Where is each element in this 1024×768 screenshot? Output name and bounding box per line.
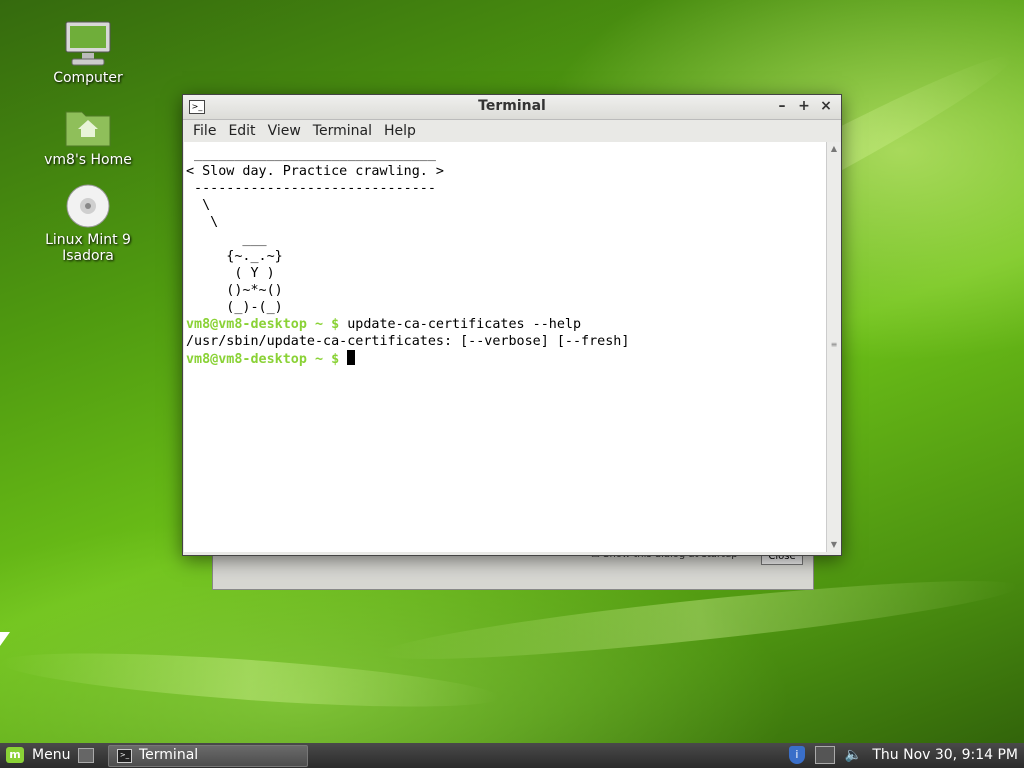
- text-cursor: [347, 350, 356, 365]
- update-shield-icon[interactable]: i: [788, 746, 805, 764]
- command-text: update-ca-certificates --help: [347, 317, 582, 332]
- terminal-window[interactable]: >_ Terminal – + × File Edit View Termina…: [182, 94, 842, 556]
- terminal-icon: >_: [117, 749, 132, 763]
- cowsay-line: {~._.~}: [186, 249, 283, 264]
- desktop-icon-disc[interactable]: Linux Mint 9 Isadora: [18, 182, 158, 264]
- terminal-content[interactable]: ______________________________ < Slow da…: [184, 142, 826, 552]
- scroll-up-arrow-icon[interactable]: ▲: [827, 142, 841, 156]
- shell-prompt: vm8@vm8-desktop ~ $: [186, 352, 340, 367]
- desktop-icon-label: Linux Mint 9 Isadora: [45, 232, 131, 264]
- command-output: /usr/sbin/update-ca-certificates: [--ver…: [186, 334, 630, 349]
- bottom-panel: m Menu >_ Terminal i 🔈 Thu Nov 30, 9:14 …: [0, 743, 1024, 768]
- menu-view[interactable]: View: [262, 123, 307, 139]
- cowsay-line: ------------------------------: [186, 181, 436, 196]
- taskbar-label: Terminal: [139, 747, 199, 763]
- window-title: Terminal: [478, 98, 546, 114]
- cowsay-line: \: [186, 215, 219, 230]
- cowsay-line: ______________________________: [186, 147, 436, 162]
- home-folder-icon: [64, 102, 112, 150]
- minimize-button[interactable]: –: [773, 97, 791, 115]
- menu-edit[interactable]: Edit: [222, 123, 261, 139]
- menu-help[interactable]: Help: [378, 123, 422, 139]
- menu-terminal[interactable]: Terminal: [307, 123, 378, 139]
- cowsay-line: ( Y ): [186, 266, 275, 281]
- vertical-scrollbar[interactable]: ▲ ≡ ▼: [826, 142, 841, 552]
- show-desktop-icon[interactable]: [78, 748, 94, 763]
- cowsay-line: (_)-(_): [186, 300, 283, 315]
- cowsay-line: ___: [186, 232, 267, 247]
- menu-bar: File Edit View Terminal Help: [183, 120, 841, 142]
- volume-icon[interactable]: 🔈: [845, 747, 862, 763]
- system-tray: i 🔈 Thu Nov 30, 9:14 PM: [788, 746, 1018, 764]
- close-button[interactable]: ×: [817, 97, 835, 115]
- mouse-pointer-icon: [0, 632, 10, 646]
- disc-icon: [64, 182, 112, 230]
- network-icon[interactable]: [814, 746, 835, 764]
- cowsay-line: \: [186, 198, 211, 213]
- maximize-button[interactable]: +: [795, 97, 813, 115]
- scroll-grip-icon[interactable]: ≡: [830, 340, 838, 349]
- cowsay-line: ()~*~(): [186, 283, 283, 298]
- scroll-down-arrow-icon[interactable]: ▼: [827, 538, 841, 552]
- shell-prompt: vm8@vm8-desktop ~ $: [186, 317, 340, 332]
- desktop-icon-computer[interactable]: Computer: [18, 20, 158, 86]
- cowsay-line: < Slow day. Practice crawling. >: [186, 164, 444, 179]
- menu-button[interactable]: Menu: [32, 747, 70, 763]
- desktop-icon-label: vm8's Home: [44, 152, 132, 168]
- clock[interactable]: Thu Nov 30, 9:14 PM: [872, 747, 1018, 763]
- menu-file[interactable]: File: [187, 123, 222, 139]
- mint-logo-icon[interactable]: m: [6, 747, 24, 763]
- desktop-icon-home[interactable]: vm8's Home: [18, 102, 158, 168]
- desktop-icon-label: Computer: [53, 70, 123, 86]
- computer-icon: [64, 20, 112, 68]
- title-bar[interactable]: >_ Terminal – + ×: [183, 95, 841, 120]
- taskbar-terminal-button[interactable]: >_ Terminal: [108, 745, 308, 767]
